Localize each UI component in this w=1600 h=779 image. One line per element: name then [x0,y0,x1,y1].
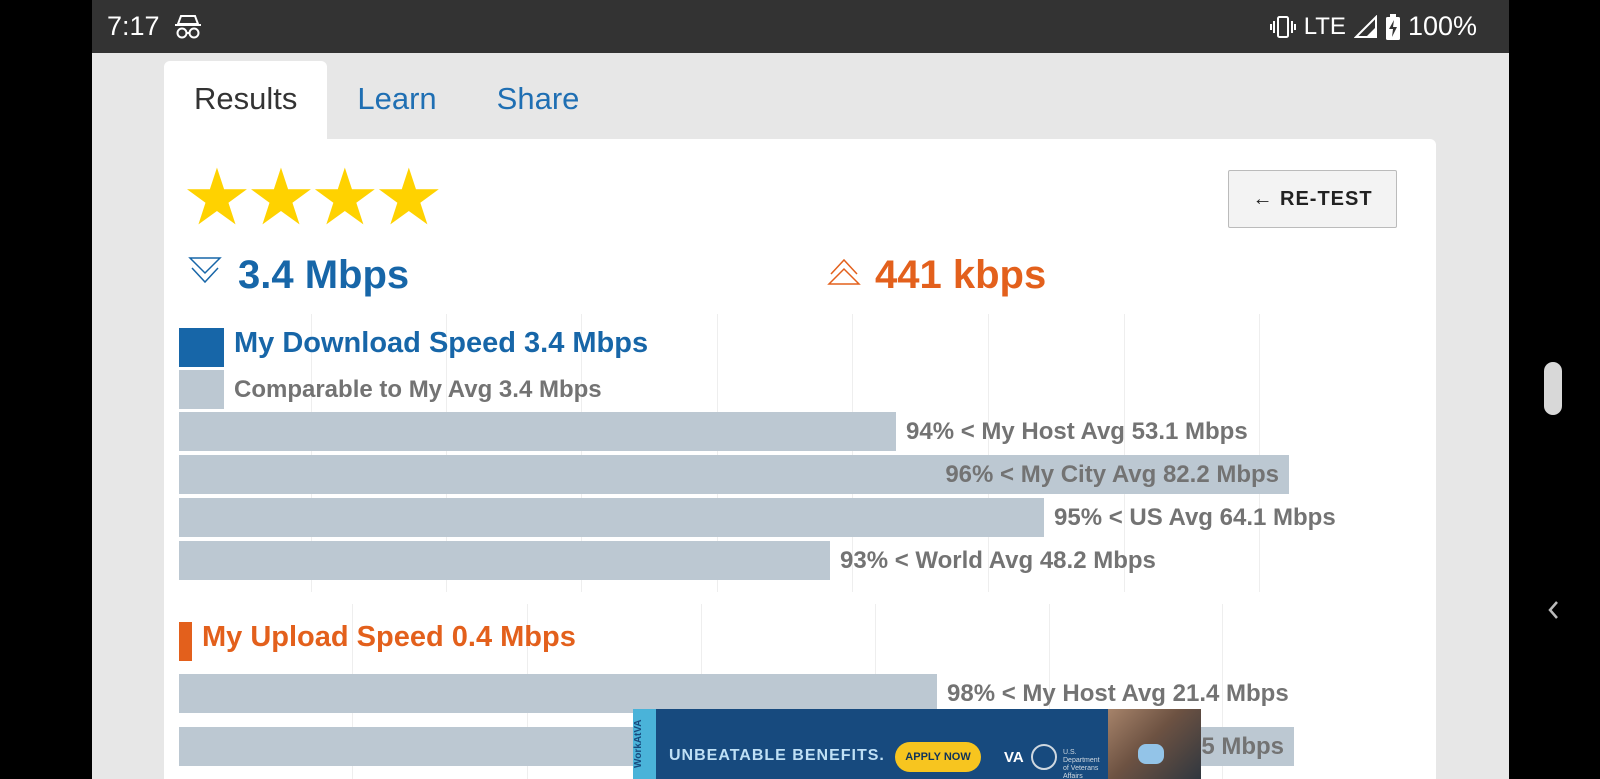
browser-screen: 7:17 LTE 100% Results Learn Share ★★★★ ←… [92,0,1509,779]
ad-side-text: WorkAtVA [633,709,656,779]
scrollbar-thumb[interactable] [1544,362,1562,415]
status-bar: 7:17 LTE 100% [92,0,1509,53]
battery-charging-icon [1385,13,1400,40]
download-legend-swatch [179,328,224,367]
star-icon: ★ [373,153,444,241]
chart-bar-label: 96% < My City Avg 82.2 Mbps [945,461,1279,488]
comparable-label: Comparable to My Avg 3.4 Mbps [234,376,602,403]
network-type: LTE [1303,12,1346,40]
star-icon: ★ [182,153,252,241]
comparable-legend-swatch [179,370,224,409]
tab-results[interactable]: Results [164,61,328,140]
tab-share[interactable]: Share [467,61,610,140]
ad-banner[interactable]: WorkAtVA UNBEATABLE BENEFITS. APPLY NOW … [633,709,1201,779]
ad-photo-mask [1138,744,1164,764]
chart-bar [179,498,1044,537]
status-time: 7:17 [107,11,160,41]
chart-bar [179,674,937,713]
retest-button[interactable]: ← RE-TEST [1228,170,1397,228]
vibrate-icon [1269,15,1296,38]
chevron-left-icon[interactable] [1545,596,1561,624]
ad-headline: UNBEATABLE BENEFITS. [669,747,885,764]
upload-legend-swatch [179,622,192,661]
chart-bar [179,412,896,451]
star-icon: ★ [245,153,316,241]
tab-bar: Results Learn Share [164,61,609,140]
ad-brand: VA [1004,749,1024,766]
download-chart-title: My Download Speed 3.4 Mbps [234,327,649,359]
star-icon: ★ [309,153,380,241]
chart-bar-label: 98% < My Host Avg 21.4 Mbps [947,680,1289,707]
chart-bar-label: 94% < My Host Avg 53.1 Mbps [906,418,1248,445]
chart-bar [179,541,830,580]
ad-dept: U.S. Department of Veterans Affairs [1063,749,1100,779]
gridline [1259,314,1260,592]
download-arrow-icon [188,257,222,284]
chart-bar-label: 95% < US Avg 64.1 Mbps [1054,504,1336,531]
battery-level: 100% [1407,11,1477,41]
download-speed-value: 3.4 Mbps [238,253,410,297]
upload-chart-title: My Upload Speed 0.4 Mbps [202,621,576,653]
tab-learn[interactable]: Learn [327,61,466,140]
signal-icon [1353,14,1377,38]
star-rating: ★★★★ [182,151,444,243]
upload-speed-value: 441 kbps [875,253,1047,297]
incognito-icon [175,15,201,39]
status-right: LTE 100% [1269,11,1477,42]
results-card: ★★★★ ← RE-TEST 3.4 Mbps 441 kbps My Down… [164,139,1436,779]
va-seal-icon [1031,744,1057,770]
upload-arrow-icon [827,258,861,285]
chart-bar-label: 93% < World Avg 48.2 Mbps [840,547,1156,574]
ad-apply-button[interactable]: APPLY NOW [895,742,981,772]
